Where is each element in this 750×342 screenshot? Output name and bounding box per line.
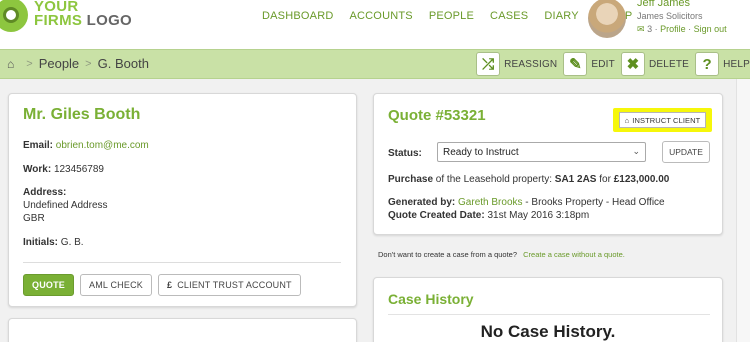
initials-label: Initials:	[23, 237, 59, 248]
user-links: ✉ 3 · Profile · Sign out	[637, 24, 727, 34]
firm-logo[interactable]: YOUR FIRMS LOGO	[0, 0, 132, 36]
user-name: Jeff James	[637, 0, 690, 9]
home-icon: ⌂	[624, 115, 630, 125]
user-firm: James Solicitors	[637, 11, 703, 21]
nav-dashboard[interactable]: DASHBOARD	[262, 10, 333, 22]
breadcrumb-bar: ⌂ > People > G. Booth ⤮ REASSIGN ✎ EDIT …	[0, 49, 750, 79]
initials-row: Initials: G. B.	[23, 237, 84, 248]
purchase-text: of the Leasehold property:	[433, 174, 555, 185]
cross-icon: ✖	[620, 52, 645, 76]
nav-cases[interactable]: CASES	[490, 10, 528, 22]
work-label: Work:	[23, 164, 52, 175]
purchase-line: Purchase of the Leasehold property: SA1 …	[388, 174, 669, 185]
create-case-link[interactable]: Create a case without a quote.	[523, 250, 625, 259]
generated-line: Generated by: Gareth Brooks - Brooks Pro…	[388, 197, 665, 208]
work-value: 123456789	[53, 164, 104, 175]
email-label: Email:	[23, 140, 54, 151]
instruct-client-button[interactable]: ⌂ INSTRUCT CLIENT	[619, 112, 706, 128]
client-trust-account-label: CLIENT TRUST ACCOUNT	[177, 280, 292, 290]
person-name: Mr. Giles Booth	[23, 106, 141, 123]
empty-state: No Case History.	[480, 322, 616, 341]
status-label: Status:	[388, 148, 422, 159]
property-postcode: SA1 2AS	[554, 174, 597, 185]
case-history-title: Case History	[388, 291, 474, 307]
client-trust-account-button[interactable]: £ CLIENT TRUST ACCOUNT	[158, 274, 301, 296]
status-select[interactable]: Ready to Instruct ⌄	[437, 142, 646, 162]
work-row: Work: 123456789	[23, 164, 104, 175]
address-label: Address:	[23, 187, 67, 198]
question-icon: ?	[695, 52, 720, 76]
reassign-button[interactable]: ⤮ REASSIGN	[476, 52, 557, 76]
breadcrumb: ⌂ > People > G. Booth	[7, 56, 149, 71]
logo-line2b: LOGO	[82, 12, 133, 29]
delete-label: DELETE	[648, 58, 690, 70]
created-line: Quote Created Date: 31st May 2016 3:18pm	[388, 210, 589, 221]
nav-diary[interactable]: DIARY	[544, 10, 578, 22]
update-button[interactable]: UPDATE	[662, 141, 710, 163]
message-count[interactable]: 3	[647, 24, 652, 34]
nav-people[interactable]: PEOPLE	[429, 10, 474, 22]
instruct-client-label: INSTRUCT CLIENT	[632, 115, 701, 125]
address-line2: GBR	[23, 213, 45, 224]
created-label: Quote Created Date:	[388, 210, 485, 221]
quote-button[interactable]: QUOTE	[23, 274, 75, 296]
edit-label: EDIT	[591, 58, 615, 70]
secondary-card	[8, 318, 357, 342]
created-date: 31st May 2016 3:18pm	[487, 210, 590, 221]
help-label: HELP	[723, 58, 750, 70]
chevron-down-icon: ⌄	[632, 146, 640, 156]
generated-by-link[interactable]: Gareth Brooks	[458, 197, 522, 208]
purchase-label: Purchase	[388, 174, 434, 185]
instruct-client-highlight: ⌂ INSTRUCT CLIENT	[613, 108, 712, 132]
divider	[23, 262, 341, 263]
delete-button[interactable]: ✖ DELETE	[620, 52, 690, 76]
avatar[interactable]	[588, 0, 626, 38]
purchase-amount: £123,000.00	[613, 174, 670, 185]
email-link[interactable]: obrien.tom@me.com	[56, 140, 149, 151]
top-header: YOUR FIRMS LOGO DASHBOARD ACCOUNTS PEOPL…	[0, 0, 750, 49]
generated-rest: - Brooks Property - Head Office	[522, 197, 665, 208]
breadcrumb-separator: >	[85, 57, 92, 70]
breadcrumb-separator: >	[26, 57, 33, 70]
envelope-icon[interactable]: ✉	[637, 24, 645, 34]
nav-accounts[interactable]: ACCOUNTS	[349, 10, 412, 22]
breadcrumb-people[interactable]: People	[39, 56, 79, 71]
shuffle-icon: ⤮	[476, 52, 501, 76]
initials-value: G. B.	[60, 237, 84, 248]
no-quote-note: Don't want to create a case from a quote…	[378, 250, 625, 259]
reassign-label: REASSIGN	[504, 58, 558, 70]
page-scrollbar[interactable]	[736, 79, 750, 342]
email-row: Email: obrien.tom@me.com	[23, 140, 149, 151]
address-line1: Undefined Address	[23, 200, 108, 211]
for-text: for	[596, 174, 614, 185]
quote-title: Quote #53321	[388, 107, 486, 124]
quote-card: Quote #53321 ⌂ INSTRUCT CLIENT Status: R…	[373, 93, 723, 235]
help-button[interactable]: ? HELP	[695, 52, 750, 76]
divider	[388, 314, 710, 315]
pencil-icon: ✎	[563, 52, 588, 76]
pound-icon: £	[167, 280, 173, 290]
generated-label: Generated by:	[388, 197, 456, 208]
logo-mark-icon	[0, 0, 28, 32]
aml-check-button[interactable]: AML CHECK	[80, 274, 152, 296]
sign-out-link[interactable]: Sign out	[694, 24, 727, 34]
page-actions: ⤮ REASSIGN ✎ EDIT ✖ DELETE ? HELP	[470, 52, 750, 76]
status-value: Ready to Instruct	[443, 146, 519, 158]
case-history-card: Case History No Case History.	[373, 277, 723, 342]
edit-button[interactable]: ✎ EDIT	[563, 52, 615, 76]
logo-line2a: FIRMS	[34, 12, 83, 29]
note-text: Don't want to create a case from a quote…	[378, 250, 518, 259]
home-icon[interactable]: ⌂	[7, 57, 14, 71]
person-card: Mr. Giles Booth Email: obrien.tom@me.com…	[8, 93, 357, 307]
breadcrumb-current: G. Booth	[97, 56, 149, 71]
person-button-row: QUOTE AML CHECK £ CLIENT TRUST ACCOUNT	[23, 274, 301, 296]
logo-text: YOUR FIRMS LOGO	[34, 0, 132, 28]
profile-link[interactable]: Profile	[660, 24, 686, 34]
